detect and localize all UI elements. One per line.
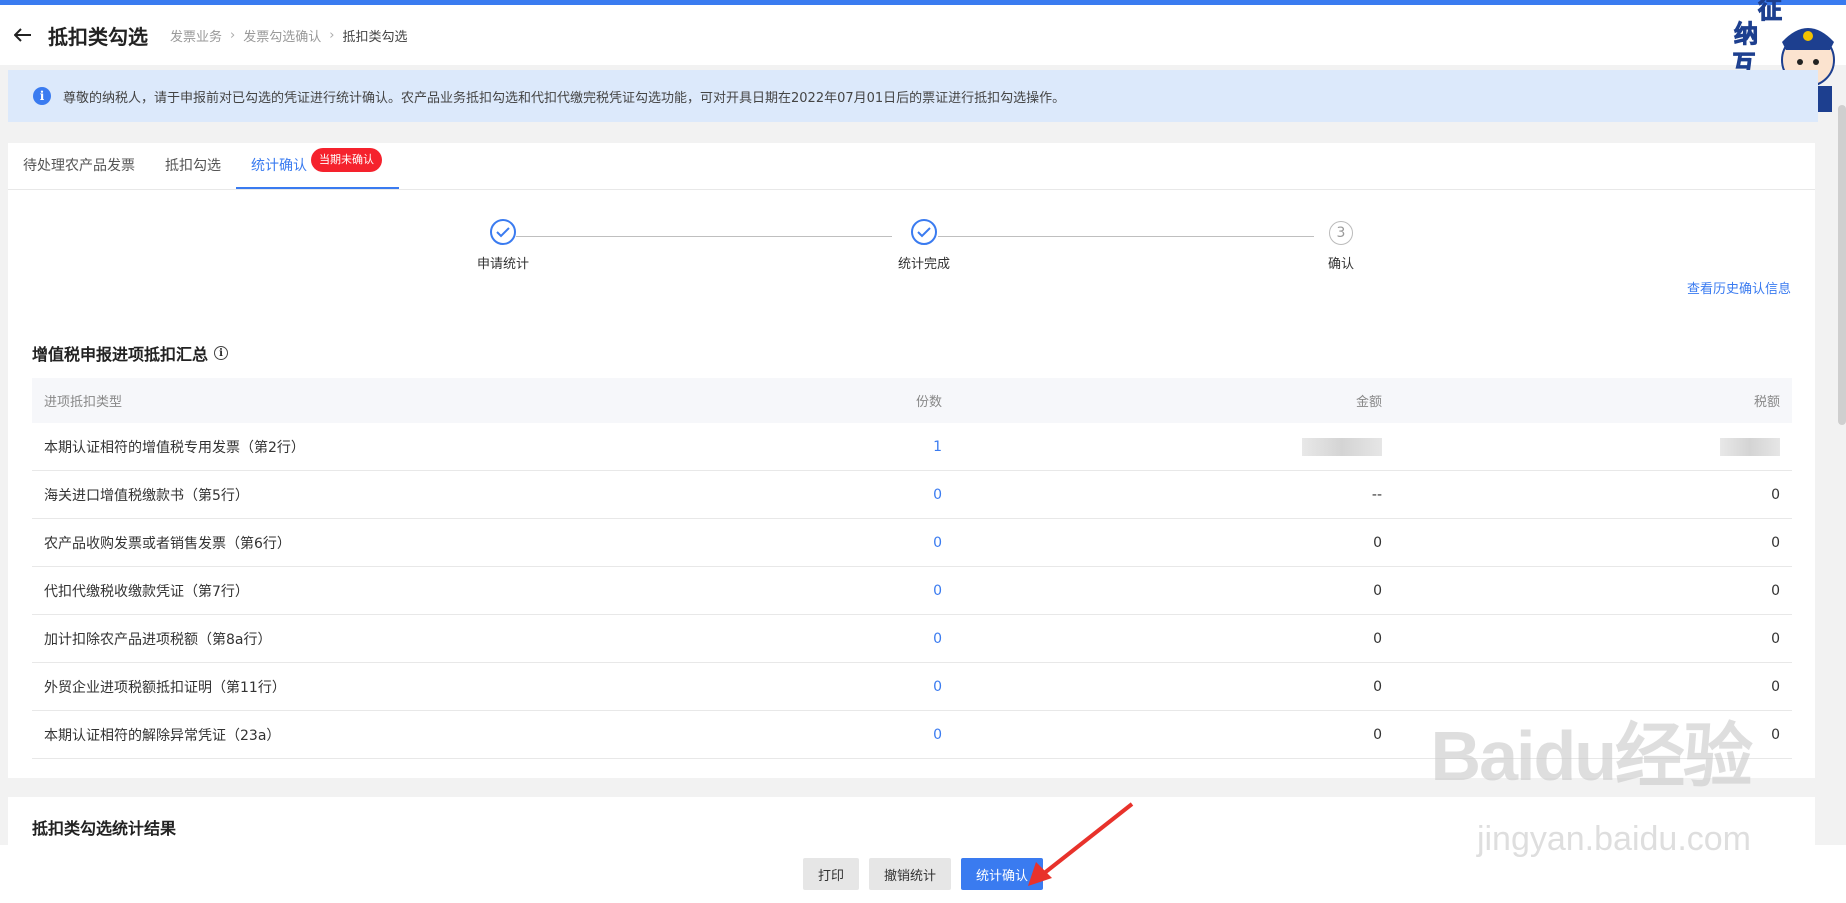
step-connector (516, 236, 892, 237)
cell-tax (1382, 437, 1792, 456)
cell-tax: 0 (1771, 582, 1780, 599)
step-label: 统计完成 (897, 257, 950, 272)
step-connector (938, 236, 1314, 237)
info-icon: i (33, 87, 51, 105)
breadcrumb-separator-icon: › (230, 27, 236, 43)
cell-tax: 0 (1771, 486, 1780, 503)
cell-count-link[interactable]: 1 (672, 439, 942, 455)
redacted-value (1302, 437, 1382, 456)
cell-tax: 0 (1771, 534, 1780, 551)
table-row: 本期认证相符的增值税专用发票（第2行） 1 (32, 423, 1792, 471)
cell-amount: 0 (1373, 534, 1382, 551)
result-section-title: 抵扣类勾选统计结果 (32, 819, 177, 838)
summary-title-text: 增值税申报进项抵扣汇总 (32, 345, 209, 364)
col-header-amount: 金额 (1355, 395, 1382, 410)
summary-title: 增值税申报进项抵扣汇总 i (32, 341, 229, 365)
watermark-logo: Baidu经验 (1430, 717, 1753, 795)
table-header: 进项抵扣类型 份数 金额 税额 (32, 378, 1792, 423)
page-header: 抵扣类勾选 发票业务 › 发票勾选确认 › 抵扣类勾选 (0, 5, 1846, 65)
watermark-url: jingyan.baidu.com (1476, 820, 1751, 858)
col-header-type: 进项抵扣类型 (44, 395, 123, 410)
main-card: 待处理农产品发票 抵扣勾选 统计确认 当期未确认 申请统计 统计完成 3 确认 … (8, 143, 1815, 778)
cell-count-link[interactable]: 0 (672, 535, 942, 551)
cell-type: 农产品收购发票或者销售发票（第6行） (44, 535, 291, 552)
cell-amount: -- (1371, 486, 1382, 503)
step-confirm: 3 确认 (1306, 221, 1376, 272)
breadcrumb-separator-icon: › (329, 27, 335, 43)
table-row: 代扣代缴税收缴款凭证（第7行） 0 0 0 (32, 567, 1792, 615)
table-row: 加计扣除农产品进项税额（第8a行） 0 0 0 (32, 615, 1792, 663)
check-icon (490, 219, 516, 245)
cell-amount (942, 437, 1382, 456)
step-stat-complete: 统计完成 (884, 219, 964, 272)
tab-pending-agri-invoices[interactable]: 待处理农产品发票 (8, 143, 150, 189)
col-header-count: 份数 (915, 395, 942, 410)
cell-amount: 0 (1373, 582, 1382, 599)
page-title: 抵扣类勾选 (48, 24, 148, 49)
check-icon (911, 219, 937, 245)
cell-tax: 0 (1771, 630, 1780, 647)
back-arrow-icon[interactable] (12, 24, 34, 46)
svg-text:纳: 纳 (1734, 20, 1758, 48)
cell-type: 海关进口增值税缴款书（第5行） (44, 487, 249, 504)
table-row: 农产品收购发票或者销售发票（第6行） 0 0 0 (32, 519, 1792, 567)
cell-amount: 0 (1373, 726, 1382, 743)
tab-stat-confirm-label: 统计确认 (251, 158, 307, 174)
breadcrumb-item-invoice-confirm[interactable]: 发票勾选确认 (243, 26, 321, 45)
cell-type: 代扣代缴税收缴款凭证（第7行） (44, 583, 249, 600)
tab-bar: 待处理农产品发票 抵扣勾选 统计确认 当期未确认 (8, 143, 1815, 190)
breadcrumb-item-invoice-business[interactable]: 发票业务 (170, 26, 222, 45)
step-number: 3 (1329, 221, 1353, 245)
cell-amount: 0 (1373, 630, 1382, 647)
red-arrow-annotation (1028, 802, 1134, 886)
unconfirmed-badge: 当期未确认 (311, 148, 382, 172)
svg-text:征: 征 (1758, 0, 1782, 24)
step-apply-stat: 申请统计 (463, 219, 543, 272)
step-label: 确认 (1327, 257, 1354, 272)
step-label: 申请统计 (476, 257, 529, 272)
col-header-tax: 税额 (1753, 395, 1780, 410)
cancel-stat-button[interactable]: 撤销统计 (868, 858, 951, 890)
scrollbar[interactable] (1838, 105, 1846, 425)
history-confirm-link[interactable]: 查看历史确认信息 (1687, 278, 1791, 297)
redacted-value (1720, 437, 1780, 456)
tab-stat-confirm[interactable]: 统计确认 当期未确认 (236, 143, 399, 189)
cell-count-link[interactable]: 0 (672, 487, 942, 503)
breadcrumb: 发票业务 › 发票勾选确认 › 抵扣类勾选 (170, 26, 407, 45)
tab-deduction-select[interactable]: 抵扣勾选 (150, 143, 236, 189)
breadcrumb-item-current: 抵扣类勾选 (342, 29, 408, 45)
cell-type: 本期认证相符的解除异常凭证（23a） (44, 727, 281, 744)
cell-count-link[interactable]: 0 (672, 583, 942, 599)
notice-banner: i 尊敬的纳税人，请于申报前对已勾选的凭证进行统计确认。农产品业务抵扣勾选和代扣… (8, 70, 1818, 122)
cell-type: 外贸企业进项税额抵扣证明（第11行） (44, 679, 286, 696)
table-row: 海关进口增值税缴款书（第5行） 0 -- 0 (32, 471, 1792, 519)
cell-count-link[interactable]: 0 (672, 631, 942, 647)
cell-count-link[interactable]: 0 (672, 727, 942, 743)
print-button[interactable]: 打印 (802, 858, 859, 890)
cell-type: 加计扣除农产品进项税额（第8a行） (44, 631, 272, 648)
notice-text: 尊敬的纳税人，请于申报前对已勾选的凭证进行统计确认。农产品业务抵扣勾选和代扣代缴… (63, 90, 1066, 106)
cell-type: 本期认证相符的增值税专用发票（第2行） (44, 439, 305, 456)
info-circle-icon[interactable]: i (214, 346, 229, 360)
cell-tax: 0 (1771, 678, 1780, 695)
cell-count-link[interactable]: 0 (672, 679, 942, 695)
cell-amount: 0 (1373, 678, 1382, 695)
